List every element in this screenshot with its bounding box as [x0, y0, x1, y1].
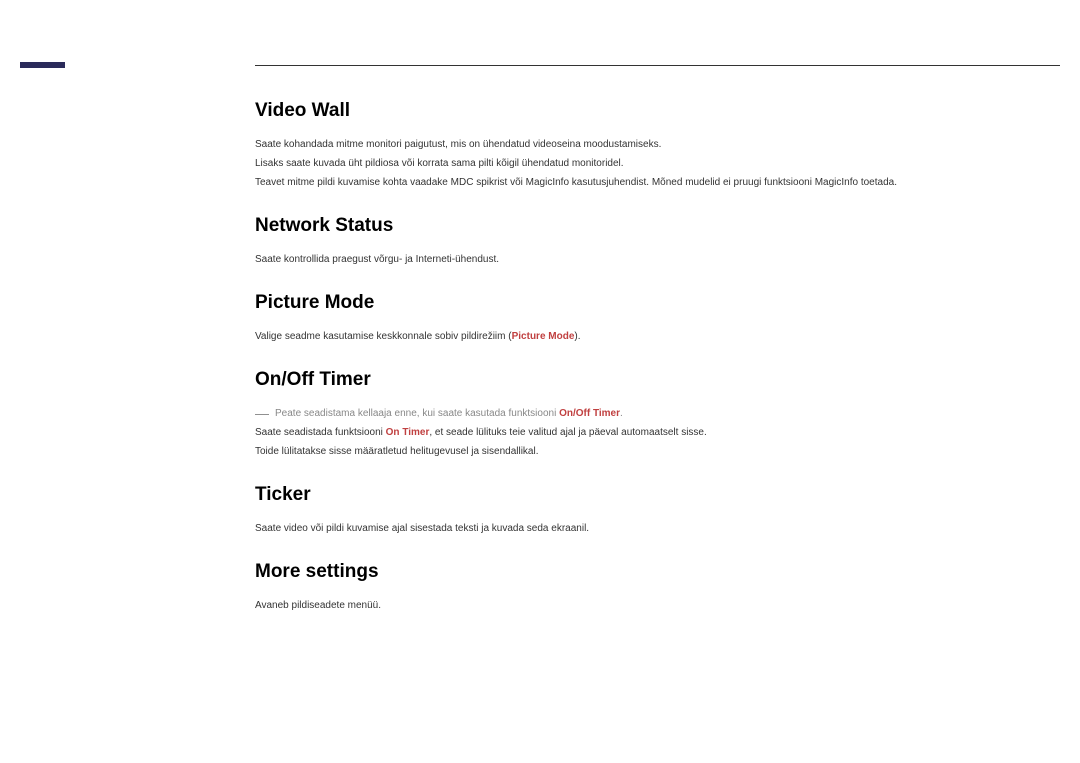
text: Saate seadistada funktsiooni — [255, 427, 386, 438]
paragraph: Teavet mitme pildi kuvamise kohta vaadak… — [255, 174, 1040, 191]
heading-picture-mode: Picture Mode — [255, 292, 1040, 314]
note-row: ― Peate seadistama kellaaja enne, kui sa… — [255, 405, 1040, 422]
heading-on-off-timer: On/Off Timer — [255, 369, 1040, 391]
paragraph: Saate video või pildi kuvamise ajal sise… — [255, 520, 1040, 537]
horizontal-rule — [255, 65, 1060, 66]
heading-video-wall: Video Wall — [255, 100, 1040, 122]
highlight-text: Picture Mode — [512, 331, 575, 342]
heading-ticker: Ticker — [255, 484, 1040, 506]
paragraph: Avaneb pildiseadete menüü. — [255, 597, 1040, 614]
text: Valige seadme kasutamise keskkonnale sob… — [255, 331, 512, 342]
accent-bar — [20, 62, 65, 68]
text: ). — [574, 331, 580, 342]
text: . — [620, 408, 623, 419]
heading-network-status: Network Status — [255, 215, 1040, 237]
text: Peate seadistama kellaaja enne, kui saat… — [275, 408, 559, 419]
heading-more-settings: More settings — [255, 561, 1040, 583]
text: , et seade lülituks teie valitud ajal ja… — [429, 427, 706, 438]
paragraph: Valige seadme kasutamise keskkonnale sob… — [255, 328, 1040, 345]
highlight-text: On Timer — [386, 427, 430, 438]
paragraph: Lisaks saate kuvada üht pildiosa või kor… — [255, 155, 1040, 172]
paragraph: Toide lülitatakse sisse määratletud heli… — [255, 443, 1040, 460]
main-content: Video Wall Saate kohandada mitme monitor… — [255, 100, 1040, 616]
paragraph: Saate kontrollida praegust võrgu- ja Int… — [255, 251, 1040, 268]
note-dash-icon: ― — [255, 406, 269, 420]
note-text: Peate seadistama kellaaja enne, kui saat… — [275, 405, 623, 422]
paragraph: Saate seadistada funktsiooni On Timer, e… — [255, 424, 1040, 441]
highlight-text: On/Off Timer — [559, 408, 620, 419]
paragraph: Saate kohandada mitme monitori paigutust… — [255, 136, 1040, 153]
